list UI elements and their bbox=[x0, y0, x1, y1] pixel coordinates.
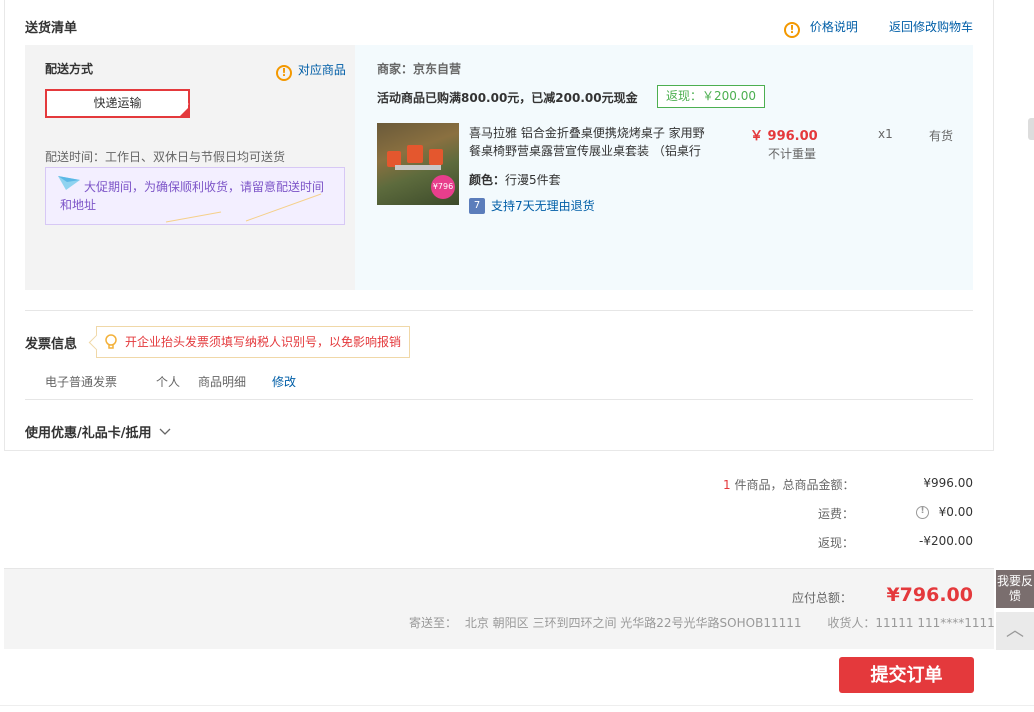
info-icon[interactable]: ! bbox=[916, 506, 929, 519]
ship-to-label: 寄送至： bbox=[409, 616, 458, 630]
express-shipping-option[interactable]: 快递运输 bbox=[45, 89, 190, 119]
color-value: 行漫5件套 bbox=[505, 173, 561, 187]
price-note-link[interactable]: ! 价格说明 bbox=[784, 18, 858, 38]
weight-note: 不计重量 bbox=[768, 147, 817, 161]
coupon-toggle[interactable]: 使用优惠/礼品卡/抵用 bbox=[25, 422, 171, 441]
warning-icon: ! bbox=[784, 22, 800, 38]
chevron-down-icon bbox=[159, 428, 171, 435]
lightbulb-icon bbox=[105, 334, 117, 349]
ship-to-line: 寄送至： 北京 朝阳区 三环到四环之间 光华路22号光华路SOHOB11111 … bbox=[409, 614, 995, 631]
return-policy-label: 支持7天无理由退货 bbox=[491, 199, 595, 213]
return-policy: 7 支持7天无理由退货 bbox=[469, 197, 595, 214]
invoice-tip-text: 开企业抬头发票须填写纳税人识别号，以免影响报销 bbox=[125, 335, 402, 349]
goods-count: 1 bbox=[723, 478, 731, 492]
goods-count-line: 1 件商品，总商品金额： bbox=[723, 476, 854, 493]
invoice-tip: 开企业抬头发票须填写纳税人识别号，以免影响报销 bbox=[96, 326, 410, 358]
product-quantity: x1 bbox=[878, 127, 893, 141]
stock-status: 有货 bbox=[929, 129, 954, 143]
divider bbox=[25, 399, 973, 400]
goods-count-text: 件商品，总商品金额： bbox=[734, 478, 855, 492]
coupon-label: 使用优惠/礼品卡/抵用 bbox=[25, 426, 152, 441]
shipping-method-label: 配送方式 bbox=[45, 62, 94, 76]
image-price-badge: ¥796 bbox=[431, 175, 455, 199]
rebate-label: 返现： bbox=[818, 536, 855, 550]
total-amount: ¥796.00 bbox=[886, 584, 973, 606]
matching-items-label: 对应商品 bbox=[297, 63, 346, 77]
feedback-button[interactable]: 我要反馈 bbox=[996, 570, 1034, 608]
shipping-fee-label: 运费： bbox=[818, 507, 855, 521]
invoice-title: 发票信息 bbox=[25, 337, 78, 352]
total-label: 应付总额： bbox=[792, 591, 853, 605]
rebate-amount: -¥200.00 bbox=[919, 534, 973, 548]
back-to-top-button[interactable]: ︿ bbox=[996, 612, 1034, 650]
divider bbox=[25, 310, 973, 311]
submit-order-button[interactable]: 提交订单 bbox=[839, 657, 974, 693]
decorative-lines bbox=[165, 193, 322, 223]
sidebar-handle[interactable] bbox=[1028, 118, 1034, 140]
footer-divider bbox=[0, 705, 1034, 706]
invoice-type: 电子普通发票 bbox=[45, 375, 118, 389]
shipping-option-label: 快递运输 bbox=[93, 96, 142, 110]
delivery-time: 配送时间：工作日、双休日与节假日均可送货 bbox=[45, 150, 286, 164]
product-title[interactable]: 喜马拉雅 铝合金折叠桌便携烧烤桌子 家用野餐桌椅野营桌露营宣传展业桌套装 （铝桌… bbox=[469, 124, 709, 160]
color-label: 颜色： bbox=[469, 173, 506, 187]
ship-to-address: 北京 朝阳区 三环到四环之间 光华路22号光华路SOHOB11111 bbox=[464, 616, 802, 630]
promotion-text: 活动商品已购满800.00元，已减200.00元现金 bbox=[377, 91, 638, 105]
product-image[interactable]: ¥796 bbox=[377, 123, 459, 205]
total-bar bbox=[4, 568, 994, 649]
selected-check-icon bbox=[178, 94, 190, 119]
warning-icon: ! bbox=[276, 65, 292, 81]
delivery-section-title: 送货清单 bbox=[25, 21, 78, 36]
invoice-modify-link[interactable]: 修改 bbox=[272, 373, 296, 390]
product-color: 颜色：行漫5件套 bbox=[469, 171, 561, 188]
product-price: ￥ 996.00 bbox=[750, 129, 818, 144]
invoice-content: 商品明细 bbox=[198, 375, 247, 389]
receiver: 收货人：11111 111****1111 bbox=[827, 616, 995, 630]
goods-amount: ¥996.00 bbox=[923, 476, 973, 490]
paper-plane-icon bbox=[58, 176, 80, 190]
seven-day-return-icon: 7 bbox=[469, 197, 485, 214]
matching-items-link[interactable]: ! 对应商品 bbox=[276, 61, 346, 81]
back-to-cart-link[interactable]: 返回修改购物车 bbox=[889, 18, 973, 35]
merchant-name: 商家：京东自营 bbox=[377, 62, 462, 76]
invoice-holder: 个人 bbox=[156, 375, 181, 389]
rebate-tag: 返现：￥200.00 bbox=[657, 85, 765, 108]
price-note-label: 价格说明 bbox=[809, 20, 858, 34]
promo-notice: 大促期间，为确保顺利收货，请留意配送时间和地址 bbox=[45, 167, 345, 225]
shipping-fee-amount: ¥0.00 bbox=[938, 505, 973, 519]
